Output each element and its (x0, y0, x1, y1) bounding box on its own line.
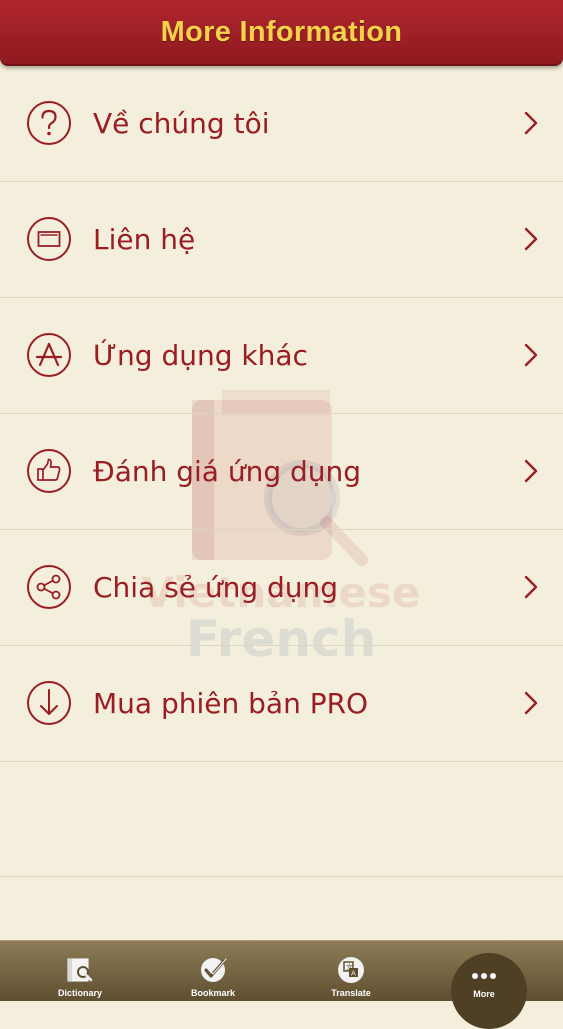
menu-item-contact[interactable]: Liên hệ (0, 182, 563, 298)
chevron-right-icon (524, 227, 538, 251)
thumbs-up-icon (27, 449, 71, 493)
page-title: More Information (160, 15, 403, 48)
menu-item-label: Đánh giá ứng dụng (93, 455, 362, 488)
menu-item-buy-pro[interactable]: Mua phiên bản PRO (0, 646, 563, 762)
chevron-right-icon (524, 575, 538, 599)
chevron-right-icon (524, 111, 538, 135)
menu-item-label: Liên hệ (93, 223, 196, 256)
download-icon (27, 681, 71, 725)
share-icon (27, 565, 71, 609)
menu-item-label: Về chúng tôi (93, 107, 270, 140)
tab-label: More (473, 989, 495, 999)
tab-dictionary[interactable]: Dictionary (10, 941, 150, 1001)
svg-text:A: A (351, 970, 356, 978)
chevron-right-icon (524, 459, 538, 483)
tab-more[interactable]: More (414, 941, 554, 1029)
tab-translate[interactable]: 文 A Translate (281, 941, 421, 1001)
menu-item-label: Mua phiên bản PRO (93, 687, 369, 720)
bookmark-check-icon (201, 958, 227, 982)
question-icon (27, 101, 71, 145)
menu-item-share-app[interactable]: Chia sẻ ứng dụng (0, 530, 563, 646)
tab-bookmark[interactable]: Bookmark (143, 941, 283, 1001)
menu-item-about[interactable]: Về chúng tôi (0, 66, 563, 182)
tab-label: Dictionary (57, 988, 102, 998)
chevron-right-icon (524, 691, 538, 715)
envelope-icon (27, 217, 71, 261)
menu-item-other-apps[interactable]: Ứng dụng khác (0, 298, 563, 414)
tab-label: Translate (331, 988, 371, 998)
menu-item-label: Ứng dụng khác (93, 339, 308, 372)
dictionary-icon (67, 958, 93, 982)
more-menu-list: Về chúng tôi Liên hệ Ứng dụng khác Đánh … (0, 66, 563, 762)
menu-item-rate-app[interactable]: Đánh giá ứng dụng (0, 414, 563, 530)
empty-list-row (0, 761, 563, 877)
nav-header: More Information (0, 0, 563, 66)
bottom-tab-bar: Dictionary Bookmark 文 A Translate More (0, 940, 563, 1029)
tab-label: Bookmark (190, 988, 235, 998)
app-store-icon (27, 333, 71, 377)
menu-item-label: Chia sẻ ứng dụng (93, 571, 339, 604)
more-dots-icon (472, 973, 496, 979)
translate-icon: 文 A (338, 957, 364, 983)
chevron-right-icon (524, 343, 538, 367)
